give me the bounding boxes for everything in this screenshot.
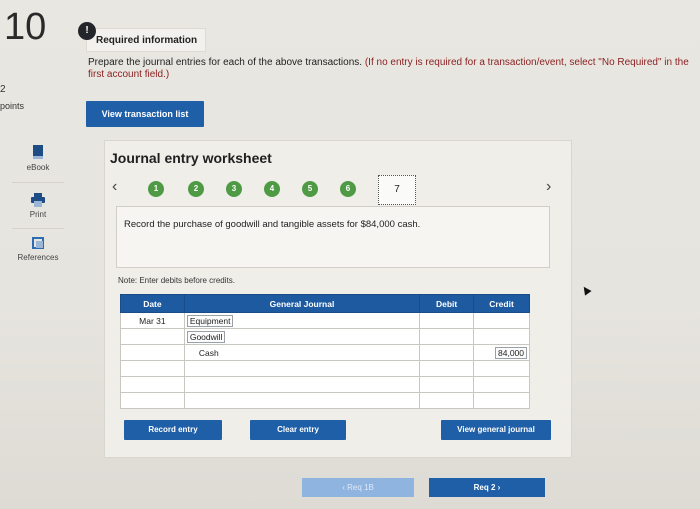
table-row xyxy=(120,392,530,409)
date-cell[interactable] xyxy=(120,344,185,361)
info-badge-icon: ! xyxy=(78,22,96,40)
account-cell[interactable]: Equipment xyxy=(183,312,421,329)
step-5-button[interactable]: 5 xyxy=(302,181,318,197)
mouse-cursor-icon xyxy=(580,284,592,296)
ebook-button[interactable]: eBook xyxy=(10,144,66,172)
rail-divider xyxy=(12,182,64,183)
account-cell[interactable]: Goodwill xyxy=(183,328,421,345)
date-cell[interactable] xyxy=(120,392,185,409)
debit-cell[interactable] xyxy=(419,328,475,345)
credit-cell[interactable] xyxy=(473,392,530,409)
table-row: Mar 31 Equipment xyxy=(120,312,530,329)
debit-cell[interactable] xyxy=(419,312,475,329)
next-requirement-button[interactable]: Req 2 › xyxy=(429,478,545,497)
account-cell[interactable] xyxy=(183,360,421,377)
account-select[interactable]: Goodwill xyxy=(186,330,226,343)
debit-cell[interactable] xyxy=(419,344,475,361)
book-icon xyxy=(33,145,43,159)
date-cell[interactable] xyxy=(120,328,185,345)
transaction-description-box xyxy=(116,206,550,268)
credit-cell[interactable] xyxy=(473,328,530,345)
instructions-main: Prepare the journal entries for each of … xyxy=(88,57,363,68)
step-4-button[interactable]: 4 xyxy=(264,181,280,197)
debit-cell[interactable] xyxy=(419,376,475,393)
points-value: 2 xyxy=(0,84,6,95)
record-entry-button[interactable]: Record entry xyxy=(124,420,222,440)
credit-cell[interactable] xyxy=(473,360,530,377)
worksheet-title: Journal entry worksheet xyxy=(110,150,272,166)
view-general-journal-button[interactable]: View general journal xyxy=(441,420,551,440)
points-label: points xyxy=(0,101,25,111)
account-cell[interactable] xyxy=(183,376,421,393)
step-6-button[interactable]: 6 xyxy=(340,181,356,197)
printer-icon xyxy=(31,193,45,207)
debit-cell[interactable] xyxy=(419,392,475,409)
account-cell[interactable]: Cash xyxy=(183,344,421,361)
print-button[interactable]: Print xyxy=(10,193,66,219)
references-icon xyxy=(32,237,44,249)
chevron-right-icon[interactable]: › xyxy=(546,178,551,196)
print-label: Print xyxy=(29,210,47,219)
required-info-title: Required information xyxy=(96,35,198,46)
rail-divider xyxy=(12,228,64,229)
credit-cell[interactable] xyxy=(473,376,530,393)
table-row: Goodwill xyxy=(120,328,530,345)
chevron-left-icon[interactable]: ‹ xyxy=(112,178,117,196)
debit-cell[interactable] xyxy=(419,360,475,377)
credit-cell[interactable] xyxy=(473,312,530,329)
step-7-current[interactable]: 7 xyxy=(378,175,416,205)
date-cell[interactable] xyxy=(120,376,185,393)
table-row: Cash 84,000 xyxy=(120,344,530,361)
instructions-text: Prepare the journal entries for each of … xyxy=(88,57,700,81)
view-transaction-list-button[interactable]: View transaction list xyxy=(86,101,204,127)
credit-cell[interactable]: 84,000 xyxy=(473,344,530,361)
account-select[interactable]: Equipment xyxy=(186,314,234,327)
table-row xyxy=(120,376,530,393)
debit-credit-note: Note: Enter debits before credits. xyxy=(118,276,235,285)
column-header-credit: Credit xyxy=(473,294,530,313)
transaction-description: Record the purchase of goodwill and tang… xyxy=(124,219,421,230)
step-3-button[interactable]: 3 xyxy=(226,181,242,197)
table-row xyxy=(120,360,530,377)
references-button[interactable]: References xyxy=(10,236,66,262)
column-header-date: Date xyxy=(120,294,185,313)
step-1-button[interactable]: 1 xyxy=(148,181,164,197)
date-cell[interactable]: Mar 31 xyxy=(120,312,185,329)
clear-entry-button[interactable]: Clear entry xyxy=(250,420,346,440)
date-cell[interactable] xyxy=(120,360,185,377)
general-journal-table: Date General Journal Debit Credit Mar 31… xyxy=(120,294,530,409)
credit-value[interactable]: 84,000 xyxy=(495,346,527,359)
step-2-button[interactable]: 2 xyxy=(188,181,204,197)
ebook-label: eBook xyxy=(26,163,50,172)
previous-requirement-button[interactable]: ‹ Req 1B xyxy=(302,478,414,497)
table-header-row: Date General Journal Debit Credit xyxy=(120,294,530,313)
column-header-account: General Journal xyxy=(183,294,421,313)
references-label: References xyxy=(17,253,59,262)
column-header-debit: Debit xyxy=(419,294,475,313)
account-cell[interactable] xyxy=(183,392,421,409)
question-number: 10 xyxy=(4,6,47,48)
